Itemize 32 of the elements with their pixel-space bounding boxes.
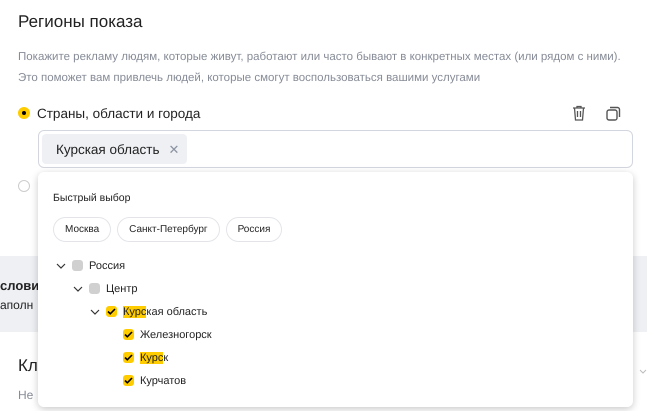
section-title: Кл xyxy=(18,356,38,376)
tree-item-label[interactable]: Центр xyxy=(106,282,138,294)
chevron-icon[interactable] xyxy=(56,262,66,268)
chevron-icon[interactable] xyxy=(73,286,83,292)
section-title: Регионы показа xyxy=(18,12,144,33)
tag-label: Курская область xyxy=(56,142,160,156)
radio-button[interactable] xyxy=(18,180,30,192)
checkbox[interactable] xyxy=(123,329,134,340)
value-text: Не xyxy=(18,388,34,402)
trash-icon[interactable] xyxy=(572,105,586,121)
quick-select-label: Быстрый выбор xyxy=(53,192,132,204)
description-text: Это поможет вам привлечь людей, которые смогут воспользоваться вашими услугами xyxy=(18,71,482,86)
description-text: Покажите рекламу людям, которые живут, работают или часто бывают в конкретных местах (или рядом с ними). xyxy=(18,50,622,65)
region-input-field[interactable]: Курская область ✕ xyxy=(38,130,633,168)
quick-select-chip[interactable]: Россия xyxy=(226,217,282,242)
quick-select-chip[interactable]: Санкт-Петербург xyxy=(117,217,220,242)
checkbox[interactable] xyxy=(123,352,134,363)
checkbox[interactable] xyxy=(123,375,134,386)
quick-select-chip[interactable]: Москва xyxy=(53,217,112,242)
checkbox[interactable] xyxy=(106,306,117,317)
band-title: слови xyxy=(0,278,40,293)
radio-button[interactable] xyxy=(18,107,30,119)
chevron-icon[interactable] xyxy=(90,308,100,314)
radio-label: Страны, области и города xyxy=(37,106,202,120)
checkbox[interactable] xyxy=(89,283,100,294)
tree-item-label[interactable]: Курская область xyxy=(123,306,208,318)
band-text: аполн xyxy=(0,298,34,312)
copy-icon[interactable] xyxy=(606,106,621,120)
checkbox[interactable] xyxy=(72,260,83,271)
tree-item-label[interactable]: Железногорск xyxy=(140,328,212,340)
tree-item-label[interactable]: Россия xyxy=(89,260,126,272)
tree-item-label[interactable]: Курчатов xyxy=(140,374,186,386)
